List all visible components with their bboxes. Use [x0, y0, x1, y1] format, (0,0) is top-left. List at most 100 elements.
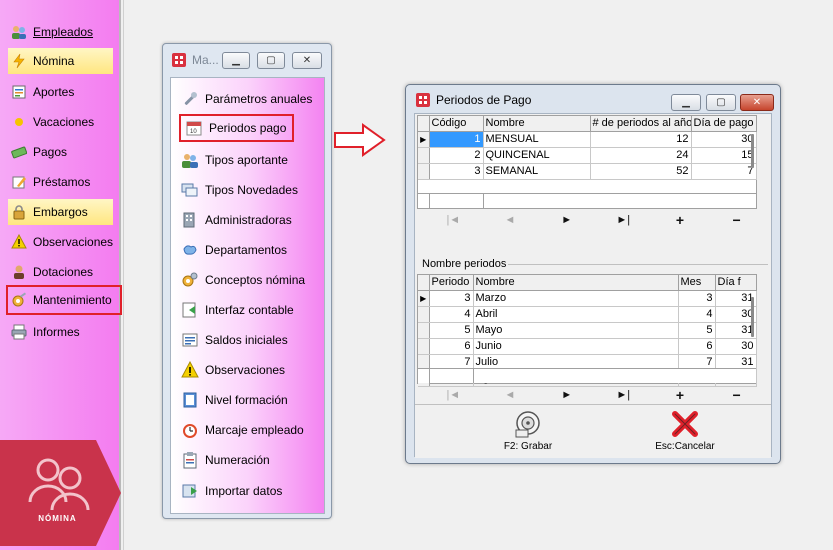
table-cell[interactable]: Mayo [473, 322, 679, 339]
menu-item-tipos-aportante[interactable]: Tipos aportante [181, 147, 288, 173]
column-header-dia-pago[interactable]: Día de pago [691, 116, 757, 132]
sidebar-item-observaciones[interactable]: Observaciones [8, 229, 113, 255]
sidebar-item-vacaciones[interactable]: Vacaciones [8, 109, 113, 135]
minimize-button[interactable]: ▁ [222, 52, 250, 69]
table-row[interactable]: 4 Abril 4 30 [418, 306, 757, 323]
column-header-nombre[interactable]: Nombre [473, 275, 679, 291]
next-record-button[interactable]: ► [547, 214, 587, 226]
table-cell[interactable]: 7 [691, 163, 757, 180]
table-cell[interactable]: Junio [473, 338, 679, 355]
table-cell[interactable]: 12 [590, 131, 692, 148]
table-cell[interactable]: Abril [473, 306, 679, 323]
periodos-grid[interactable]: Código Nombre # de periodos al año Día d… [417, 115, 757, 209]
table-cell[interactable]: 52 [590, 163, 692, 180]
menu-item-tipos-novedades[interactable]: Tipos Novedades [181, 177, 298, 203]
table-cell[interactable]: 6 [678, 338, 716, 355]
maximize-button[interactable]: ▢ [706, 94, 736, 111]
menu-item-numeracion[interactable]: Numeración [181, 447, 270, 473]
menu-item-importar-datos[interactable]: Importar datos [181, 478, 282, 504]
sidebar-item-pagos[interactable]: Pagos [8, 139, 113, 165]
table-cell[interactable]: Marzo [473, 290, 679, 307]
column-header-periodos-ano[interactable]: # de periodos al año [590, 116, 692, 132]
menu-item-label: Administradoras [205, 213, 292, 227]
minimize-button[interactable]: ▁ [671, 94, 701, 111]
table-cell[interactable]: 31 [715, 322, 757, 339]
menu-item-saldos-iniciales[interactable]: Saldos iniciales [181, 327, 288, 353]
menu-item-nivel-formacion[interactable]: Nivel formación [181, 387, 288, 413]
grid-footer [418, 368, 756, 383]
sidebar-item-dotaciones[interactable]: Dotaciones [8, 259, 113, 285]
table-cell[interactable]: 24 [590, 147, 692, 164]
table-cell[interactable]: 31 [715, 290, 757, 307]
next-record-button[interactable]: ► [547, 389, 587, 401]
table-cell[interactable]: SEMANAL [483, 163, 591, 180]
table-cell[interactable]: 6 [429, 338, 474, 355]
menu-item-marcaje-empleado[interactable]: Marcaje empleado [181, 417, 304, 443]
sidebar-item-nomina[interactable]: Nómina [8, 48, 113, 74]
column-header-codigo[interactable]: Código [429, 116, 484, 132]
menu-item-observaciones[interactable]: Observaciones [181, 357, 285, 383]
table-row[interactable]: 5 Mayo 5 31 [418, 322, 757, 339]
delete-record-button[interactable]: − [717, 212, 757, 228]
last-record-button[interactable]: ►| [603, 214, 643, 226]
table-cell[interactable]: 2 [429, 147, 484, 164]
table-row[interactable]: 2 QUINCENAL 24 15 [418, 147, 757, 164]
table-cell[interactable]: 1 [429, 131, 484, 148]
table-cell[interactable]: 5 [429, 322, 474, 339]
column-header-dia-f[interactable]: Día f [715, 275, 757, 291]
table-cell[interactable]: 3 [678, 290, 716, 307]
table-row[interactable]: ▶ 3 Marzo 3 31 [418, 290, 757, 307]
menu-item-label: Importar datos [205, 484, 283, 498]
menu-item-periodos-pago[interactable]: 10 Periodos pago [179, 114, 295, 142]
column-header-nombre[interactable]: Nombre [483, 116, 591, 132]
cancel-button[interactable]: Esc:Cancelar [640, 409, 730, 452]
table-cell[interactable]: 30 [715, 306, 757, 323]
close-button[interactable]: ✕ [292, 52, 322, 69]
menu-item-administradoras[interactable]: Administradoras [181, 207, 292, 233]
sidebar-item-embargos[interactable]: Embargos [8, 199, 113, 225]
sidebar-item-aportes[interactable]: Aportes [8, 79, 113, 105]
column-header-mes[interactable]: Mes [678, 275, 716, 291]
sidebar-item-informes[interactable]: Informes [8, 319, 113, 345]
menu-item-label: Nivel formación [205, 393, 288, 407]
table-cell[interactable]: 3 [429, 290, 474, 307]
table-cell[interactable]: 15 [691, 147, 757, 164]
column-header-periodo[interactable]: Periodo [429, 275, 474, 291]
table-row[interactable]: 6 Junio 6 30 [418, 338, 757, 355]
table-row[interactable]: 3 SEMANAL 52 7 [418, 163, 757, 180]
table-cell[interactable]: MENSUAL [483, 131, 591, 148]
nombre-periodos-grid[interactable]: Periodo Nombre Mes Día f ▶ 3 Marzo 3 31 … [417, 274, 757, 387]
menu-item-departamentos[interactable]: Departamentos [181, 237, 287, 263]
prev-record-button[interactable]: ◄ [490, 214, 530, 226]
minimize-icon: ▁ [682, 97, 690, 108]
sidebar-item-empleados[interactable]: Empleados [8, 19, 113, 45]
first-record-button[interactable]: |◄ [433, 389, 473, 401]
menu-item-parametros-anuales[interactable]: Parámetros anuales [181, 86, 312, 112]
vertical-scrollbar[interactable] [751, 134, 754, 168]
grid1-navigator: |◄ ◄ ► ►| + − [425, 212, 765, 228]
close-button[interactable]: ✕ [740, 94, 774, 111]
prev-record-button[interactable]: ◄ [490, 389, 530, 401]
menu-item-conceptos-nomina[interactable]: Conceptos nómina [181, 267, 305, 293]
add-record-button[interactable]: + [660, 387, 700, 403]
table-cell[interactable]: 3 [429, 163, 484, 180]
table-cell[interactable]: QUINCENAL [483, 147, 591, 164]
last-record-button[interactable]: ►| [603, 389, 643, 401]
menu-item-interfaz-contable[interactable]: Interfaz contable [181, 297, 294, 323]
maximize-button[interactable]: ▢ [257, 52, 285, 69]
table-cell[interactable]: 4 [429, 306, 474, 323]
table-row[interactable]: ▶ 1 MENSUAL 12 30 [418, 131, 757, 148]
vertical-scrollbar[interactable] [751, 297, 754, 337]
delete-record-button[interactable]: − [717, 387, 757, 403]
table-cell[interactable]: 30 [691, 131, 757, 148]
sidebar-item-prestamos[interactable]: Préstamos [8, 169, 113, 195]
first-record-button[interactable]: |◄ [433, 214, 473, 226]
table-cell[interactable]: 30 [715, 338, 757, 355]
table-cell[interactable]: 5 [678, 322, 716, 339]
add-record-button[interactable]: + [660, 212, 700, 228]
table-cell[interactable]: 4 [678, 306, 716, 323]
building-icon [183, 212, 195, 228]
row-indicator [418, 322, 430, 339]
sidebar-item-mantenimiento[interactable]: Mantenimiento [6, 285, 122, 315]
save-button[interactable]: F2: Grabar [483, 409, 573, 452]
